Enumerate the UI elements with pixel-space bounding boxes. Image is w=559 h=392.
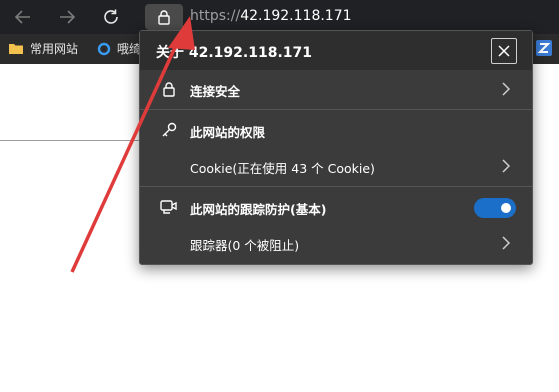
bookmark-label: 哦绮 xyxy=(117,42,142,56)
back-arrow-icon xyxy=(14,10,30,24)
divider xyxy=(140,109,532,110)
permissions-row: 此网站的权限 xyxy=(140,113,532,147)
chevron-right-icon xyxy=(502,82,511,96)
folder-icon xyxy=(9,44,23,54)
tracking-prevention-row: 此网站的跟踪防护(基本) xyxy=(140,190,532,224)
z-extension-icon[interactable] xyxy=(536,40,552,56)
divider xyxy=(140,186,532,187)
back-button[interactable] xyxy=(9,3,37,31)
bookmark-item[interactable]: 哦绮 xyxy=(97,40,141,57)
cookie-label: Cookie(正在使用 43 个 Cookie) xyxy=(190,161,375,176)
bookmark-folder[interactable]: 常用网站 xyxy=(8,40,78,57)
forward-button[interactable] xyxy=(53,3,81,31)
browser-toolbar: https://42.192.118.171 xyxy=(0,0,559,34)
toggle-knob xyxy=(501,203,511,213)
key-icon xyxy=(162,122,177,137)
refresh-button[interactable] xyxy=(97,3,125,31)
cookie-row[interactable]: Cookie(正在使用 43 个 Cookie) xyxy=(140,149,532,183)
refresh-icon xyxy=(104,9,118,24)
permissions-label: 此网站的权限 xyxy=(190,125,266,140)
address-bar[interactable]: https://42.192.118.171 xyxy=(190,8,352,24)
connection-label: 连接安全 xyxy=(190,84,241,99)
bookmark-label: 常用网站 xyxy=(30,42,79,56)
chevron-right-icon xyxy=(502,159,511,173)
popup-title: 关于 42.192.118.171 xyxy=(156,45,312,61)
close-button[interactable] xyxy=(491,38,517,64)
popup-header: 关于 42.192.118.171 xyxy=(140,31,532,70)
close-icon xyxy=(498,45,510,57)
tracking-label: 此网站的跟踪防护(基本) xyxy=(190,202,327,217)
trackers-row[interactable]: 跟踪器(0 个被阻止) xyxy=(140,226,532,260)
site-info-button[interactable] xyxy=(145,4,183,30)
url-scheme: https:// xyxy=(190,8,241,24)
forward-arrow-icon xyxy=(60,10,76,24)
tracking-camera-icon xyxy=(160,200,177,214)
chevron-right-icon xyxy=(502,236,511,250)
url-host: 42.192.118.171 xyxy=(240,8,352,24)
site-info-popup: 关于 42.192.118.171 连接安全 此网站的权限 Cookie(正在使… xyxy=(139,30,533,265)
lock-icon xyxy=(158,10,170,25)
trackers-label: 跟踪器(0 个被阻止) xyxy=(190,238,300,253)
lock-icon xyxy=(163,82,175,97)
connection-security-row[interactable]: 连接安全 xyxy=(140,72,532,106)
tracking-toggle[interactable] xyxy=(474,198,516,218)
circle-logo-icon xyxy=(97,42,111,55)
